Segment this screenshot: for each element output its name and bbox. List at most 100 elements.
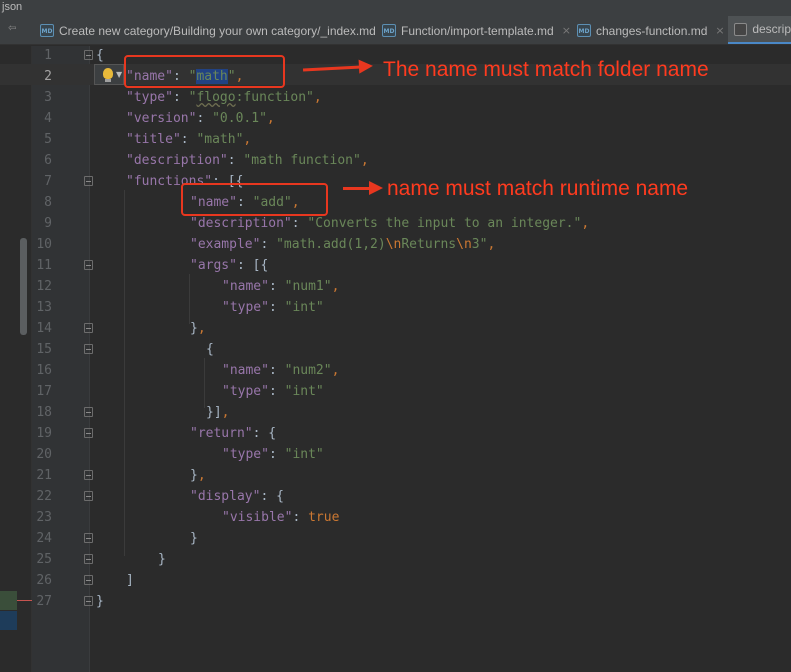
fold-toggle-icon[interactable] (84, 344, 93, 354)
line-number: 5 (44, 132, 52, 147)
line-number: 26 (36, 573, 52, 588)
annotation-arrow-runtime-name (343, 181, 383, 195)
markdown-file-icon: MD (40, 24, 54, 37)
intention-bulb-button[interactable]: ▼ (94, 64, 124, 85)
line-number: 8 (44, 195, 52, 210)
json-file-icon (734, 22, 748, 36)
line-number: 19 (36, 426, 52, 441)
code-text: }, (190, 468, 206, 483)
line-number: 23 (36, 510, 52, 525)
code-line[interactable]: 21}, (0, 465, 791, 486)
lightbulb-base (105, 79, 111, 82)
line-number: 4 (44, 111, 52, 126)
code-line[interactable]: 27} (0, 591, 791, 612)
code-text: "version": "0.0.1", (126, 111, 275, 126)
line-number: 3 (44, 90, 52, 105)
code-line[interactable]: 5 "title": "math", (0, 129, 791, 150)
annotation-box-runtime-name (181, 183, 328, 216)
tab-import-template[interactable]: MD Function/import-template.md × (382, 16, 571, 44)
markdown-file-icon: MD (382, 24, 396, 37)
code-line[interactable]: 23 "visible": true (0, 507, 791, 528)
fold-toggle-icon[interactable] (84, 533, 93, 543)
line-number: 13 (36, 300, 52, 315)
code-text: "description": "math function", (126, 153, 369, 168)
code-line[interactable]: 17 "type": "int" (0, 381, 791, 402)
line-number: 7 (44, 174, 52, 189)
line-number: 27 (36, 594, 52, 609)
code-line[interactable]: 13 "type": "int" (0, 297, 791, 318)
code-text: }, (190, 321, 206, 336)
chevron-down-icon[interactable]: ▼ (116, 70, 122, 79)
editor-tab-bar: ⇦ MD Create new category/Building your o… (0, 16, 791, 45)
markdown-file-icon: MD (577, 24, 591, 37)
fold-toggle-icon[interactable] (84, 575, 93, 585)
fold-toggle-icon[interactable] (84, 491, 93, 501)
code-text: "display": { (190, 489, 284, 504)
code-line[interactable]: 12 "name": "num1", (0, 276, 791, 297)
code-line[interactable]: 11 "args": [{ (0, 255, 791, 276)
window-title: json (2, 1, 23, 13)
tab-index-md[interactable]: MD Create new category/Building your own… (40, 16, 393, 44)
line-number: 2 (44, 69, 52, 84)
fold-toggle-icon[interactable] (84, 260, 93, 270)
fold-toggle-icon[interactable] (84, 428, 93, 438)
code-text: ] (126, 573, 134, 588)
line-number: 6 (44, 153, 52, 168)
line-number: 11 (36, 258, 52, 273)
line-number: 20 (36, 447, 52, 462)
fold-toggle-icon[interactable] (84, 176, 93, 186)
code-line[interactable]: 20 "type": "int" (0, 444, 791, 465)
fold-toggle-icon[interactable] (84, 470, 93, 480)
line-number: 18 (36, 405, 52, 420)
code-line[interactable]: 6 "description": "math function", (0, 150, 791, 171)
code-line[interactable]: 16 "name": "num2", (0, 360, 791, 381)
tab-changes-function[interactable]: MD changes-function.md × (577, 16, 725, 44)
code-line[interactable]: 18}], (0, 402, 791, 423)
close-icon[interactable]: × (715, 24, 724, 37)
code-text: "title": "math", (126, 132, 252, 147)
code-line[interactable]: 15 { (0, 339, 791, 360)
code-text: "name": "num1", (222, 279, 340, 294)
line-number: 24 (36, 531, 52, 546)
code-text: "name": "num2", (222, 363, 340, 378)
line-number: 9 (44, 216, 52, 231)
fold-toggle-icon[interactable] (84, 323, 93, 333)
line-number: 15 (36, 342, 52, 357)
code-text: "example": "math.add(1,2)\nReturns\n3", (190, 237, 496, 252)
line-number: 1 (44, 48, 52, 63)
code-line[interactable]: 10 "example": "math.add(1,2)\nReturns\n3"… (0, 234, 791, 255)
line-number: 16 (36, 363, 52, 378)
fold-toggle-icon[interactable] (84, 596, 93, 606)
code-line[interactable]: 14}, (0, 318, 791, 339)
code-line[interactable]: 4 "version": "0.0.1", (0, 108, 791, 129)
line-number: 17 (36, 384, 52, 399)
tab-descriptor-json[interactable]: descrip (728, 16, 791, 44)
code-line[interactable]: 24} (0, 528, 791, 549)
code-line[interactable]: 3 "type": "flogo:function", (0, 87, 791, 108)
code-text: "type": "int" (222, 447, 324, 462)
code-text: } (158, 552, 166, 567)
code-line[interactable]: 26] (0, 570, 791, 591)
code-text: { (96, 48, 104, 63)
code-line[interactable]: 25} (0, 549, 791, 570)
annotation-box-folder-name (124, 55, 285, 88)
code-text: "type": "flogo:function", (126, 90, 322, 105)
line-number: 14 (36, 321, 52, 336)
close-icon[interactable]: × (562, 24, 571, 37)
code-line[interactable]: 9 "description": "Converts the input to a… (0, 213, 791, 234)
tab-label: changes-function.md (596, 23, 708, 38)
fold-toggle-icon[interactable] (84, 50, 93, 60)
code-text: "type": "int" (222, 384, 324, 399)
line-number: 10 (36, 237, 52, 252)
code-text: { (206, 342, 214, 357)
fold-toggle-icon[interactable] (84, 554, 93, 564)
code-line[interactable]: 19 "return": { (0, 423, 791, 444)
code-text: "return": { (190, 426, 277, 441)
code-text: }], (206, 405, 230, 420)
tab-label: Create new category/Building your own ca… (59, 23, 376, 38)
tab-scroll-icon[interactable]: ⇦ (8, 23, 30, 39)
code-line[interactable]: 22 "display": { (0, 486, 791, 507)
annotation-runtime-name: name must match runtime name (387, 177, 689, 200)
fold-toggle-icon[interactable] (84, 407, 93, 417)
tab-label: descrip (752, 22, 791, 36)
